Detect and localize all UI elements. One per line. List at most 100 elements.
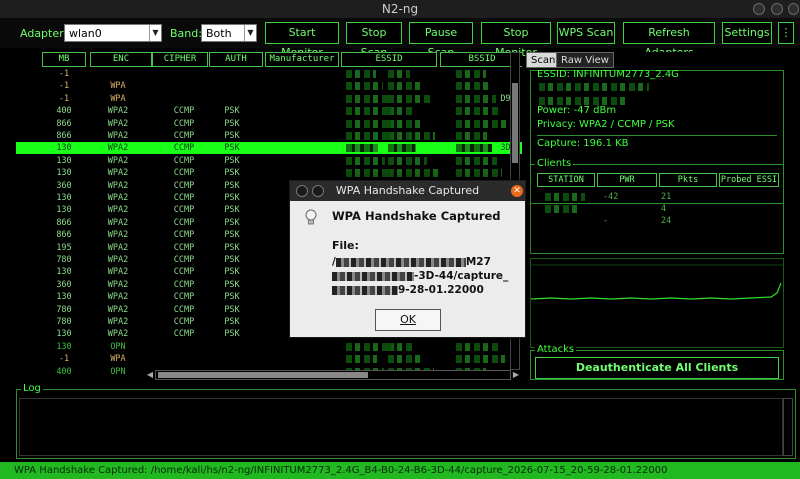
redacted-text xyxy=(388,156,427,165)
settings-button[interactable]: Settings xyxy=(722,22,772,44)
clients-group: Clients STATION PWR Pkts Probed ESSI -42… xyxy=(530,158,784,254)
left-margin xyxy=(0,48,12,458)
redacted-text xyxy=(539,83,649,91)
column-header-manufacturer[interactable]: Manufacturer xyxy=(265,52,339,67)
cell-mb: 130 xyxy=(56,267,72,278)
table-row[interactable]: 130 WPA2 CCMP PSK 3D: xyxy=(16,142,522,155)
cell-enc: WPA2 xyxy=(107,168,129,179)
wps-scan-button[interactable]: WPS Scan xyxy=(557,22,615,44)
cell-enc: WPA xyxy=(110,93,126,104)
cell-auth: PSK xyxy=(224,230,240,241)
column-header-auth[interactable]: AUTH xyxy=(209,52,263,67)
cell-auth: PSK xyxy=(224,267,240,278)
redacted-text xyxy=(346,355,377,364)
cell-auth: PSK xyxy=(224,180,240,191)
close-window-icon[interactable] xyxy=(788,3,799,15)
client-pkts: 21 xyxy=(661,192,672,202)
band-select[interactable]: Both ▼ xyxy=(201,24,257,42)
cell-auth: PSK xyxy=(224,255,240,265)
cell-mb: 866 xyxy=(56,118,72,129)
scroll-right-icon[interactable]: ▶ xyxy=(511,370,521,380)
table-row[interactable]: -1 WPA D9: xyxy=(16,93,522,105)
log-scrollbar[interactable] xyxy=(783,398,793,456)
cell-enc: WPA2 xyxy=(107,329,129,340)
cell-auth: PSK xyxy=(224,317,240,327)
table-row[interactable]: 130 OPN xyxy=(16,341,522,353)
adapter-value: wlan0 xyxy=(69,27,102,40)
stop-monitor-button[interactable]: Stop Monitor xyxy=(481,22,551,59)
table-row[interactable]: -1 WPA xyxy=(16,353,522,365)
table-row[interactable]: 130 WPA2 CCMP PSK xyxy=(16,167,522,179)
signal-graph-line xyxy=(530,264,783,300)
tab-raw-view[interactable]: Raw View xyxy=(556,52,614,68)
cell-auth: PSK xyxy=(224,329,240,340)
table-row[interactable]: -1 xyxy=(16,68,522,80)
redacted-text xyxy=(456,119,506,128)
table-header: MB ENC CIPHER AUTH Manufacturer ESSID BS… xyxy=(16,52,522,68)
log-output[interactable] xyxy=(19,398,783,456)
maximize-icon[interactable] xyxy=(771,3,783,15)
stop-scan-button[interactable]: Stop Scan xyxy=(346,22,402,59)
cell-mb: 130 xyxy=(56,193,72,203)
power-line: Power: -47 dBm xyxy=(537,105,617,116)
deauthenticate-all-button[interactable]: Deauthenticate All Clients xyxy=(535,357,779,379)
table-horizontal-scrollbar[interactable] xyxy=(155,370,511,380)
cell-mb: 130 xyxy=(56,292,72,303)
dialog-minimize-icon[interactable] xyxy=(312,185,324,197)
cell-enc: WPA2 xyxy=(107,267,129,278)
cell-mb: 130 xyxy=(56,168,72,179)
column-header-enc[interactable]: ENC xyxy=(90,52,152,67)
ok-button[interactable]: OK xyxy=(375,309,441,331)
redacted-text xyxy=(346,144,378,153)
scrollbar-thumb[interactable] xyxy=(158,372,368,378)
adapter-select[interactable]: wlan0 ▼ xyxy=(64,24,162,42)
column-header-cipher[interactable]: CIPHER xyxy=(152,52,208,67)
cell-mb: 130 xyxy=(56,205,72,216)
cell-mb: 780 xyxy=(56,255,72,265)
redacted-text xyxy=(456,94,496,103)
client-column-pkts[interactable]: Pkts xyxy=(659,173,717,187)
cell-auth: PSK xyxy=(224,143,240,154)
cell-mb: 360 xyxy=(56,180,72,191)
cell-mb: 195 xyxy=(56,242,72,253)
table-row[interactable]: 400 WPA2 CCMP PSK xyxy=(16,105,522,117)
column-header-essid[interactable]: ESSID xyxy=(341,52,437,67)
cell-mb: -1 xyxy=(58,69,70,79)
redacted-text xyxy=(332,285,398,295)
cell-mb: 780 xyxy=(56,317,72,327)
scrollbar-thumb[interactable] xyxy=(512,83,518,163)
table-row[interactable]: 130 WPA2 CCMP PSK xyxy=(16,155,522,167)
redacted-text xyxy=(456,82,491,91)
cell-auth: PSK xyxy=(224,217,240,228)
cell-auth: PSK xyxy=(224,292,240,303)
refresh-adapters-button[interactable]: Refresh Adapters xyxy=(623,22,715,59)
cell-enc: WPA2 xyxy=(107,106,129,117)
client-column-probed[interactable]: Probed ESSI xyxy=(719,173,779,187)
table-row[interactable]: -1 WPA xyxy=(16,80,522,92)
cell-mb: 400 xyxy=(56,106,72,117)
window-titlebar: N2-ng xyxy=(0,0,800,18)
start-monitor-button[interactable]: Start Monitor xyxy=(265,22,339,59)
client-pwr: - xyxy=(603,216,609,226)
band-label: Band: xyxy=(170,27,202,40)
column-header-mb[interactable]: MB xyxy=(42,52,86,67)
cell-enc: WPA2 xyxy=(107,255,129,265)
redacted-station xyxy=(545,193,585,201)
dialog-close-icon[interactable]: ✕ xyxy=(511,185,523,197)
dialog-menu-icon[interactable] xyxy=(296,185,308,197)
more-menu-icon[interactable]: ⋮ xyxy=(778,22,794,44)
scroll-left-icon[interactable]: ◀ xyxy=(145,370,155,380)
table-row[interactable]: 866 WPA2 CCMP PSK xyxy=(16,130,522,142)
cell-enc: WPA2 xyxy=(107,317,129,327)
cell-mb: -1 xyxy=(58,354,70,365)
table-row[interactable]: 866 WPA2 CCMP PSK xyxy=(16,118,522,130)
attacks-title: Attacks xyxy=(535,344,577,355)
client-column-pwr[interactable]: PWR xyxy=(597,173,657,187)
redacted-text xyxy=(456,70,486,78)
cell-enc: WPA2 xyxy=(107,242,129,253)
client-column-station[interactable]: STATION xyxy=(537,173,595,187)
minimize-icon[interactable] xyxy=(753,3,765,15)
redacted-text xyxy=(388,70,410,78)
log-title: Log xyxy=(21,383,43,394)
pause-scan-button[interactable]: Pause Scan xyxy=(409,22,473,59)
